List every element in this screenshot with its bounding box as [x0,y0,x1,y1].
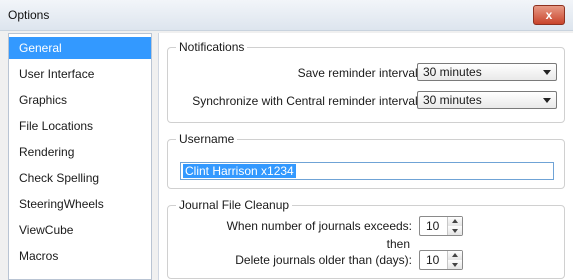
save-reminder-label: Save reminder interval: [297,66,421,80]
chevron-down-icon [543,70,551,75]
nav-item-graphics[interactable]: Graphics [9,89,151,111]
nav-item-viewcube[interactable]: ViewCube [9,219,151,241]
delete-journals-value: 10 [426,253,440,267]
chevron-down-icon [543,98,551,103]
journals-exceed-label: When number of journals exceeds: [226,219,412,233]
notifications-group: Notifications Save reminder interval: 30… [167,40,565,123]
journals-exceed-value: 10 [426,219,440,233]
save-reminder-value: 30 minutes [423,65,482,79]
nav-item-general[interactable]: General [9,37,151,59]
sync-reminder-value: 30 minutes [423,93,482,107]
title-bar[interactable]: Options x [0,0,573,31]
close-button[interactable]: x [533,5,565,25]
options-dialog: Options x General User Interface Graphic… [0,0,573,280]
sync-reminder-select[interactable]: 30 minutes [417,91,557,109]
notifications-title: Notifications [176,40,248,54]
stepper-buttons [447,217,462,235]
sync-reminder-label: Synchronize with Central reminder interv… [192,94,421,108]
nav-item-user-interface[interactable]: User Interface [9,63,151,85]
nav-item-rendering[interactable]: Rendering [9,141,151,163]
options-nav: General User Interface Graphics File Loc… [8,33,152,280]
delete-journals-label: Delete journals older than (days): [235,253,412,267]
username-input[interactable]: Clint Harrison x1234 [180,162,554,180]
then-label: then [386,237,410,251]
nav-item-macros[interactable]: Macros [9,245,151,267]
save-reminder-select[interactable]: 30 minutes [417,63,557,81]
decrement-icon[interactable] [448,226,462,235]
username-group: Username Clint Harrison x1234 [167,132,565,189]
nav-item-check-spelling[interactable]: Check Spelling [9,167,151,189]
journal-cleanup-title: Journal File Cleanup [176,198,293,212]
nav-item-file-locations[interactable]: File Locations [9,115,151,137]
delete-journals-stepper[interactable]: 10 [419,250,463,270]
username-value: Clint Harrison x1234 [183,164,296,178]
general-settings-panel: Notifications Save reminder interval: 30… [158,33,573,280]
decrement-icon[interactable] [448,260,462,269]
window-title: Options [8,8,50,22]
journals-exceed-stepper[interactable]: 10 [419,216,463,236]
stepper-buttons [447,251,462,269]
journal-cleanup-group: Journal File Cleanup When number of jour… [167,198,565,279]
username-title: Username [176,132,238,146]
nav-item-steeringwheels[interactable]: SteeringWheels [9,193,151,215]
